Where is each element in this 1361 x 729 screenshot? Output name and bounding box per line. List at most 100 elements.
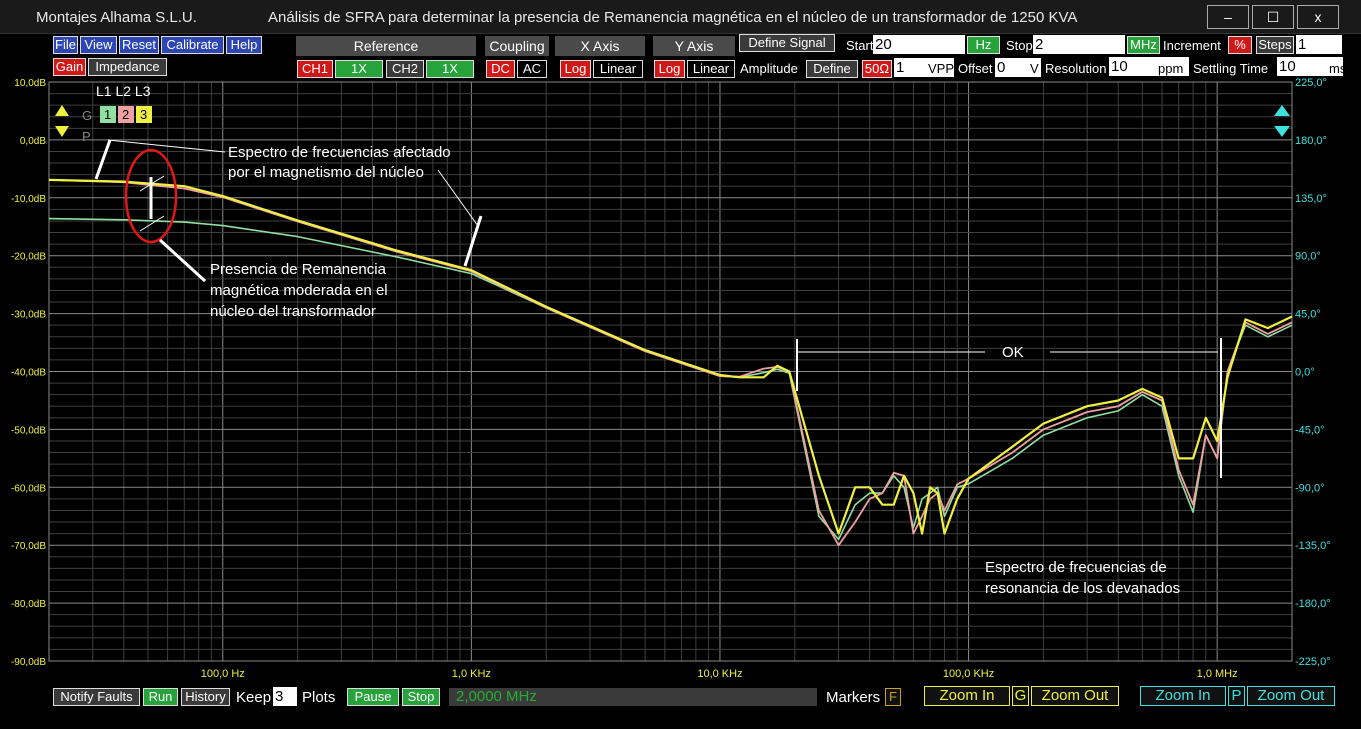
notify-faults-button[interactable]: Notify Faults — [53, 688, 140, 706]
start-label: Start — [846, 38, 874, 53]
company-name: Montajes Alhama S.L.U. — [36, 9, 197, 26]
x-tick-label: 1,0 KHz — [452, 668, 491, 680]
start-input[interactable]: 20 — [873, 35, 965, 54]
y-tick-label: 0,0dB — [20, 136, 46, 147]
legend-l2-label: 2 — [122, 107, 129, 122]
coupling-header: Coupling — [485, 36, 549, 56]
y-tick-label: -20,0dB — [11, 252, 46, 263]
keep-input[interactable]: 3 — [273, 687, 297, 706]
affected-marker-right — [463, 215, 483, 267]
y-tick-label: -80,0dB — [11, 599, 46, 610]
sfra-chart[interactable]: 10,0dB 0,0dB -10,0dB -20,0dB -30,0dB -40,0dB -… — [0, 76, 1361, 686]
settling-label: Settling Time — [1193, 61, 1269, 76]
history-button[interactable]: History — [181, 688, 230, 706]
zoom-out-gain-button[interactable]: Zoom Out — [1031, 686, 1119, 706]
remanence-text-line2: magnética moderada en el — [210, 282, 388, 299]
define-signal-button[interactable]: Define Signal — [739, 34, 835, 52]
settling-unit: ms — [1329, 61, 1347, 76]
y-tick-label: 10,0dB — [14, 78, 46, 89]
markers-label: Markers — [826, 689, 881, 706]
y2-tick-label: 90,0° — [1295, 251, 1321, 263]
annotations: Espectro de frecuencias afectado por el … — [94, 139, 1222, 597]
view-menu[interactable]: View — [80, 36, 117, 54]
y2-tick-label: 225,0° — [1295, 77, 1327, 89]
zoom-in-gain-button[interactable]: Zoom In — [924, 686, 1010, 706]
help-menu[interactable]: Help — [226, 36, 262, 54]
close-button[interactable]: x — [1297, 5, 1339, 29]
reset-menu[interactable]: Reset — [119, 36, 159, 54]
gain-button[interactable]: Gain — [53, 58, 86, 76]
y-tick-label: -70,0dB — [11, 541, 46, 552]
legend-p-label: P — [82, 129, 91, 144]
zoom-in-phase-button[interactable]: Zoom In — [1140, 686, 1226, 706]
y2-tick-label: 180,0° — [1295, 135, 1327, 147]
y2-tick-label: -180,0° — [1295, 598, 1331, 610]
y2-tick-label: 45,0° — [1295, 309, 1321, 321]
x-tick-label: 100,0 KHz — [943, 668, 994, 680]
steps-input[interactable]: 1 — [1296, 35, 1342, 54]
y-tick-label: -50,0dB — [11, 425, 46, 436]
file-menu[interactable]: File — [53, 36, 78, 54]
minimize-button[interactable]: – — [1207, 5, 1249, 29]
legend-l1-label: 1 — [104, 107, 111, 122]
legend-g-label: G — [82, 108, 92, 123]
series-line-l2 — [48, 179, 1293, 547]
x-tick-label: 1,0 MHz — [1197, 668, 1238, 680]
y2-tick-label: -225,0° — [1295, 656, 1331, 668]
stop-button[interactable]: Stop — [402, 688, 440, 706]
keep-label: Keep — [236, 689, 272, 706]
start-unit-button[interactable]: Hz — [967, 36, 1000, 54]
steps-button[interactable]: Steps — [1256, 36, 1294, 54]
y-tick-label: -30,0dB — [11, 310, 46, 321]
y-tick-label: -10,0dB — [11, 194, 46, 205]
affected-marker-left — [94, 139, 112, 180]
ok-text: OK — [1002, 344, 1024, 361]
y2-tick-label: 135,0° — [1295, 193, 1327, 205]
yaxis-header: Y Axis — [653, 36, 735, 56]
y2-tick-label: 0,0° — [1295, 367, 1315, 379]
xaxis-header: X Axis — [555, 36, 645, 56]
y-tick-label: -60,0dB — [11, 483, 46, 494]
phase-axis-p-button[interactable]: P — [1228, 686, 1245, 706]
remanence-text-line3: núcleo del transformador — [210, 303, 376, 320]
pause-button[interactable]: Pause — [347, 688, 399, 706]
y2-tick-label: -45,0° — [1295, 424, 1324, 436]
reference-header: Reference — [296, 36, 476, 56]
window-title: Análisis de SFRA para determinar la pres… — [268, 9, 1078, 26]
amplitude-unit: VPP — [928, 61, 955, 76]
plots-label: Plots — [302, 689, 336, 706]
increment-unit-button[interactable]: % — [1228, 36, 1252, 54]
affected-leader-left — [107, 139, 226, 153]
scroll-up-right-icon[interactable] — [1274, 105, 1290, 116]
amplitude-label: Amplitude — [740, 61, 798, 76]
x-tick-label: 100,0 Hz — [201, 668, 245, 680]
increment-label: Increment — [1163, 38, 1221, 53]
scroll-down-right-icon[interactable] — [1274, 126, 1290, 137]
resolution-label: Resolution — [1045, 61, 1107, 76]
legend-controls: L1 L2 L3 G P 1 2 3 — [55, 83, 1290, 144]
resolution-unit: ppm — [1158, 61, 1184, 76]
scroll-up-left-icon[interactable] — [55, 105, 69, 116]
offset-unit: V — [1030, 61, 1039, 76]
offset-label: Offset — [958, 61, 993, 76]
impedance-button[interactable]: Impedance — [88, 58, 167, 76]
resonance-text-line2: resonancia de los devanados — [985, 580, 1180, 597]
stop-unit-button[interactable]: MHz — [1127, 36, 1160, 54]
run-button[interactable]: Run — [143, 688, 178, 706]
legend-header: L1 L2 L3 — [96, 83, 151, 99]
stop-label: Stop — [1006, 38, 1033, 53]
affected-text-line2: por el magnetismo del núcleo — [228, 164, 424, 181]
remanence-text-line1: Presencia de Remanencia — [210, 261, 387, 278]
gain-axis-g-button[interactable]: G — [1012, 686, 1029, 706]
calibrate-menu[interactable]: Calibrate — [161, 36, 224, 54]
y-tick-label: -90,0dB — [11, 657, 46, 668]
zoom-out-phase-button[interactable]: Zoom Out — [1247, 686, 1335, 706]
maximize-button[interactable]: ☐ — [1252, 5, 1294, 29]
x-tick-label: 10,0 KHz — [697, 668, 742, 680]
affected-text-line1: Espectro de frecuencias afectado — [228, 144, 451, 161]
markers-flag-button[interactable]: F — [885, 688, 901, 706]
stop-input[interactable]: 2 — [1033, 35, 1125, 54]
legend-l3-label: 3 — [140, 107, 147, 122]
chart-series — [48, 178, 1293, 547]
scroll-down-left-icon[interactable] — [55, 126, 69, 137]
